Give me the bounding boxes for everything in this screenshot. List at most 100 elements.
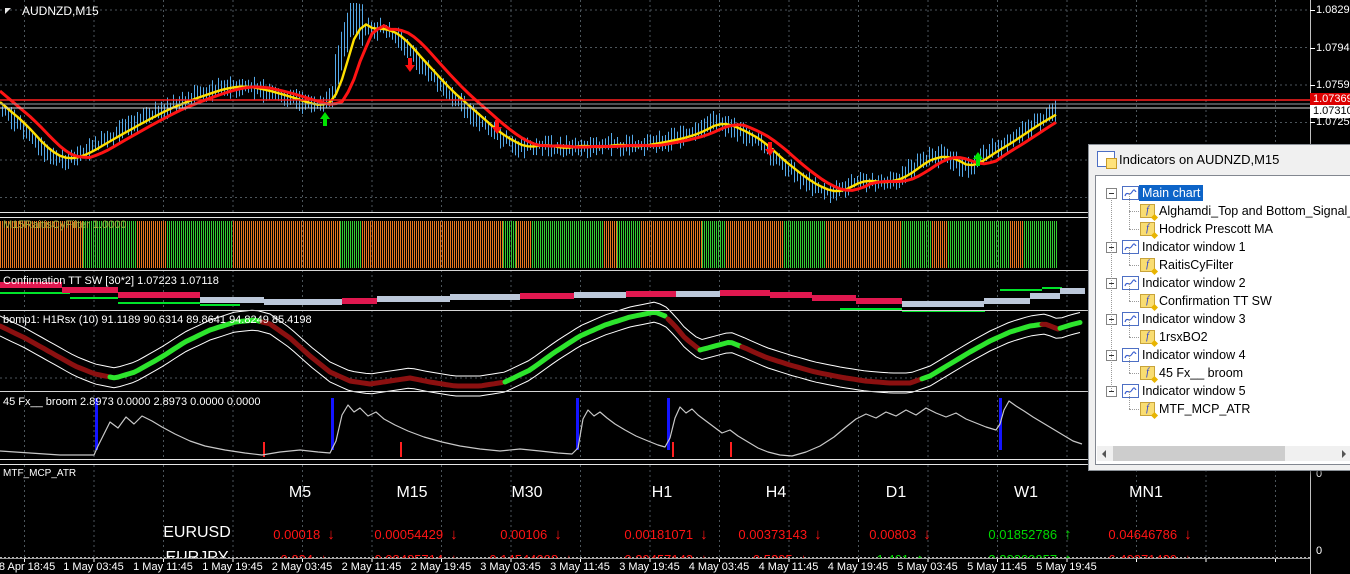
mtf-value: 6.40371429↓: [1108, 551, 1191, 558]
horizontal-scrollbar[interactable]: [1097, 446, 1350, 461]
mtf-value: 0.5205↓: [753, 551, 807, 558]
arrow-down-icon: ↓: [814, 526, 822, 543]
tree-item-alghamdi-top-and-bottom-signal-w-ab[interactable]: fAlghamdi_Top and Bottom_Signal_w_ab: [1096, 202, 1350, 220]
time-axis-label: 4 May 03:45: [689, 561, 750, 573]
tree-indicator-label: Alghamdi_Top and Bottom_Signal_w_ab: [1156, 203, 1350, 219]
time-axis-label: 2 May 19:45: [411, 561, 472, 573]
fx-indicator-icon: f: [1140, 366, 1155, 380]
chart-window-icon: [1122, 240, 1139, 254]
tree-connector: [1129, 373, 1139, 374]
tree-group-label: Indicator window 3: [1139, 311, 1249, 327]
tree-group-label: Indicator window 2: [1139, 275, 1249, 291]
indicator-label-rsx: bomp1: H1Rsx (10) 91.1189 90.6314 89.864…: [3, 314, 312, 326]
fx-indicator-icon: f: [1140, 258, 1155, 272]
time-axis[interactable]: 28 Apr 202328 Apr 18:451 May 03:451 May …: [0, 560, 1350, 574]
mtf-value: 0.08485714↓: [374, 551, 457, 558]
axis-separator: [0, 558, 1310, 559]
tree-item-45-fx-broom[interactable]: f45 Fx__ broom: [1096, 364, 1350, 382]
tree-item-main-chart[interactable]: Main chart: [1096, 184, 1350, 202]
indicator-label-mtf: MTF_MCP_ATR: [3, 468, 76, 479]
arrow-up-icon: ↑: [1064, 551, 1072, 558]
chart-window-icon: [1122, 186, 1139, 200]
mtf-header-h1: H1: [652, 484, 672, 502]
mtf-header-mn1: MN1: [1129, 484, 1163, 502]
tree-item-mtf-mcp-atr[interactable]: fMTF_MCP_ATR: [1096, 400, 1350, 418]
time-axis-label: 5 May 03:45: [897, 561, 958, 573]
tree-connector: [1129, 283, 1130, 301]
arrow-up-icon: ↑: [916, 551, 924, 558]
tree-item-indicator-window-2[interactable]: Indicator window 2: [1096, 274, 1350, 292]
arrow-down-icon: ↓: [1184, 551, 1192, 558]
tree-indicator-label: 1rsxBO2: [1156, 329, 1211, 345]
dialog-title[interactable]: Indicators on AUDNZD,M15: [1119, 152, 1279, 167]
tree-connector: [1129, 337, 1139, 338]
chart-symbol-label: AUDNZD,M15: [22, 4, 99, 18]
tree-item-indicator-window-3[interactable]: Indicator window 3: [1096, 310, 1350, 328]
tree-connector: [1129, 319, 1130, 337]
chart-window-icon: [1122, 276, 1139, 290]
arrow-down-icon: ↓: [450, 526, 458, 543]
indicator-label-raitiscyfilter: M15RaitisCyFilter 1.0000: [3, 219, 127, 231]
fx-indicator-icon: f: [1140, 204, 1155, 218]
mtf-symbol-eurusd: EURUSD: [163, 524, 231, 542]
tree-connector: [1111, 198, 1112, 391]
mt4-terminal-window: AUDNZD,M15 M15RaitisCyFilter 1.0000 Conf…: [0, 0, 1350, 574]
mtf-header-h4: H4: [766, 484, 786, 502]
mtf-value: 3.28800057↑: [988, 551, 1071, 558]
tree-connector: [1129, 211, 1130, 229]
indicator-label-broom: 45 Fx__ broom 2.8973 0.0000 2.8973 0.000…: [3, 396, 261, 408]
price-scale-label: 1.08290: [1316, 4, 1350, 16]
tree-connector: [1129, 301, 1139, 302]
time-axis-label: 5 May 19:45: [1036, 561, 1097, 573]
tree-item-indicator-window-4[interactable]: Indicator window 4: [1096, 346, 1350, 364]
arrow-down-icon: ↓: [450, 551, 458, 558]
signal-arrows: [320, 58, 983, 166]
time-axis-label: 3 May 19:45: [619, 561, 680, 573]
arrow-down-icon: ↓: [923, 526, 931, 543]
indicator-tree: Main chartfAlghamdi_Top and Bottom_Signa…: [1095, 175, 1350, 465]
tree-item-indicator-window-1[interactable]: Indicator window 1: [1096, 238, 1350, 256]
chart-window-icon: [1122, 312, 1139, 326]
tree-connector: [1129, 391, 1130, 409]
arrow-down-icon: ↓: [320, 551, 328, 558]
bid-price-badge: 1.07310: [1310, 105, 1350, 118]
scroll-left-arrow-icon[interactable]: [1097, 446, 1112, 461]
tree-group-label: Main chart: [1139, 185, 1203, 201]
tree-connector: [1129, 265, 1139, 266]
time-axis-label: 2 May 11:45: [342, 561, 402, 573]
tree-connector: [1129, 211, 1139, 212]
mtf-value: 0.29457143↓: [624, 551, 707, 558]
time-axis-label: 3 May 03:45: [480, 561, 541, 573]
scrollbar-thumb[interactable]: [1113, 446, 1285, 461]
indicators-dialog: Indicators on AUDNZD,M15 Main chartfAlgh…: [1088, 144, 1350, 471]
mtf-value: 0.00373143↓: [738, 526, 821, 543]
tree-item-confirmation-tt-sw[interactable]: fConfirmation TT SW: [1096, 292, 1350, 310]
mtf-value: 0.01852786↑: [988, 526, 1071, 543]
symbol-caret-icon: [5, 8, 11, 14]
time-axis-label: 1 May 11:45: [133, 561, 193, 573]
arrow-down-icon: ↓: [700, 526, 708, 543]
fx-indicator-icon: f: [1140, 402, 1155, 416]
indicator-label-confirmation: Confirmation TT SW [30*2] 1.07223 1.0711…: [3, 275, 219, 287]
tree-group-label: Indicator window 1: [1139, 239, 1249, 255]
tree-item-raitiscyfilter[interactable]: fRaitisCyFilter: [1096, 256, 1350, 274]
tree-item-1rsxbo2[interactable]: f1rsxBO2: [1096, 328, 1350, 346]
mtf-symbol-eurjpy: EURJPY: [165, 549, 228, 558]
arrow-down-icon: ↓: [565, 551, 573, 558]
tree-item-hodrick-prescott-ma[interactable]: fHodrick Prescott MA: [1096, 220, 1350, 238]
fx-mini-icon: [1106, 158, 1117, 169]
mtf-value: 0.00018↓: [273, 526, 335, 543]
tree-group-label: Indicator window 5: [1139, 383, 1249, 399]
mtf-header-d1: D1: [886, 484, 906, 502]
arrow-down-icon: ↓: [554, 526, 562, 543]
arrow-down-icon: ↓: [327, 526, 335, 543]
tree-item-indicator-window-5[interactable]: Indicator window 5: [1096, 382, 1350, 400]
time-axis-label: 2 May 03:45: [272, 561, 333, 573]
arrow-down-icon: ↓: [1184, 526, 1192, 543]
mtf-scale-label: 0: [1316, 545, 1322, 557]
time-axis-label: 4 May 19:45: [828, 561, 889, 573]
mtf-value: 0.00181071↓: [624, 526, 707, 543]
scroll-right-arrow-icon[interactable]: [1336, 446, 1350, 461]
tree-indicator-label: RaitisCyFilter: [1156, 257, 1236, 273]
tree-indicator-label: Hodrick Prescott MA: [1156, 221, 1276, 237]
